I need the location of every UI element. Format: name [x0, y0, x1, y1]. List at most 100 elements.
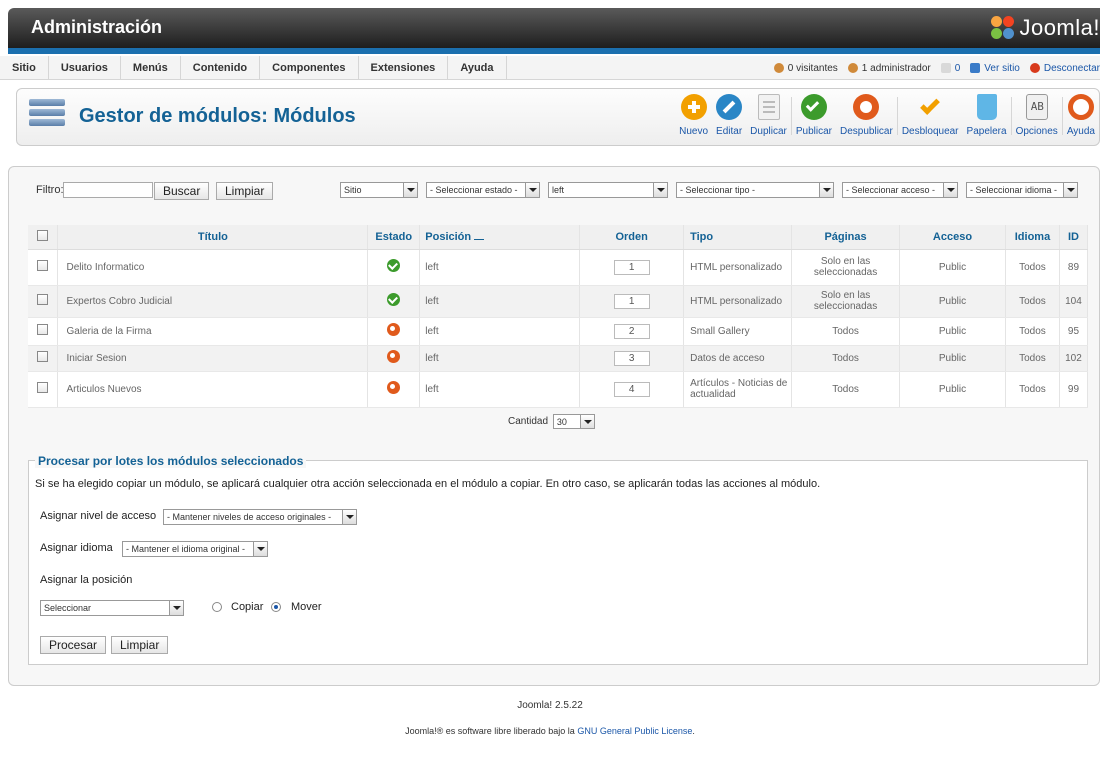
menu-contenido[interactable]: Contenido — [181, 56, 261, 80]
admin-title: Administración — [31, 17, 163, 37]
row-select-cell — [28, 285, 59, 318]
menu-componentes[interactable]: Componentes — [260, 56, 359, 80]
col-access[interactable]: Acceso — [899, 225, 1006, 250]
order-input[interactable]: 1 — [613, 293, 650, 309]
move-radio[interactable] — [271, 602, 281, 612]
header-accent-bar — [8, 48, 1100, 54]
limit-select[interactable]: 30 — [552, 414, 595, 429]
select-all-checkbox[interactable] — [37, 229, 49, 241]
position-select-value: left — [552, 185, 565, 195]
state-cell — [367, 249, 421, 286]
menu-sitio[interactable]: Sitio — [8, 56, 49, 80]
help-label: Ayuda — [1066, 126, 1095, 137]
table-row: Delito Informatico left 1 HTML personali… — [28, 249, 1089, 286]
col-type[interactable]: Tipo — [683, 225, 793, 250]
unpublished-icon[interactable] — [387, 350, 401, 363]
language-cell: Todos — [1005, 345, 1060, 372]
clear-filter-button[interactable]: Limpiar — [216, 182, 274, 200]
publish-button[interactable]: Publicar — [792, 91, 836, 143]
chevron-down-icon — [943, 183, 957, 197]
unpublished-icon[interactable] — [387, 381, 401, 394]
order-input[interactable]: 2 — [613, 323, 650, 339]
language-cell: Todos — [1005, 285, 1060, 318]
col-id[interactable]: ID — [1059, 225, 1089, 250]
logout-link[interactable]: Desconectar — [1029, 63, 1100, 74]
messages-status[interactable]: 0 — [940, 63, 960, 74]
filter-search-input[interactable] — [63, 182, 153, 198]
duplicate-button[interactable]: Duplicar — [746, 91, 791, 143]
language-cell: Todos — [1005, 249, 1060, 286]
options-label: Opciones — [1015, 126, 1058, 137]
module-title-link[interactable]: Iniciar Sesion — [57, 345, 369, 372]
module-title-link[interactable]: Expertos Cobro Judicial — [57, 285, 369, 318]
search-button[interactable]: Buscar — [154, 182, 210, 200]
chevron-down-icon — [579, 415, 594, 428]
published-icon[interactable] — [387, 259, 401, 272]
limit-select-value: 30 — [556, 417, 567, 427]
batch-access-select[interactable]: - Mantener niveles de acceso originales … — [163, 509, 357, 525]
col-position[interactable]: Posición — [419, 225, 581, 250]
col-position-label: Posición — [425, 230, 472, 243]
help-button[interactable]: Ayuda — [1063, 91, 1099, 143]
pencil-icon — [716, 94, 743, 120]
col-order[interactable]: Orden — [579, 225, 685, 250]
position-select[interactable]: left — [548, 182, 668, 198]
published-icon[interactable] — [387, 293, 401, 306]
menu-usuarios[interactable]: Usuarios — [49, 56, 121, 80]
row-checkbox[interactable] — [37, 324, 49, 335]
type-select[interactable]: - Seleccionar tipo - — [676, 182, 834, 198]
position-label: Asignar la posición — [40, 574, 133, 586]
unpublished-icon[interactable] — [387, 323, 401, 336]
language-select[interactable]: - Seleccionar idioma - — [966, 182, 1078, 198]
row-checkbox[interactable] — [37, 382, 49, 393]
order-input[interactable]: 1 — [613, 259, 650, 275]
batch-language-select[interactable]: - Mantener el idioma original - — [122, 541, 268, 557]
monitor-icon — [970, 63, 981, 73]
row-checkbox[interactable] — [37, 351, 49, 362]
state-select[interactable]: - Seleccionar estado - — [426, 182, 540, 198]
menu-menus[interactable]: Menús — [121, 56, 181, 80]
logout-icon — [1029, 63, 1040, 73]
batch-clear-button[interactable]: Limpiar — [111, 636, 169, 654]
process-button[interactable]: Procesar — [40, 636, 107, 654]
module-title-link[interactable]: Delito Informatico — [57, 249, 369, 286]
row-select-cell — [28, 317, 59, 346]
order-input[interactable]: 3 — [613, 350, 650, 366]
row-checkbox[interactable] — [37, 294, 49, 305]
client-select[interactable]: Sitio — [340, 182, 418, 198]
menu-extensiones[interactable]: Extensiones — [359, 56, 449, 80]
client-select-value: Sitio — [344, 185, 362, 195]
copy-radio[interactable] — [212, 602, 222, 612]
row-checkbox[interactable] — [37, 260, 49, 271]
main-menu: Sitio Usuarios Menús Contenido Component… — [8, 56, 507, 80]
batch-position-select[interactable]: Seleccionar — [40, 600, 184, 616]
col-language[interactable]: Idioma — [1005, 225, 1060, 250]
new-button[interactable]: Nuevo — [675, 91, 712, 143]
unpublish-button[interactable]: Despublicar — [836, 91, 897, 143]
order-input[interactable]: 4 — [613, 381, 650, 397]
position-cell: left — [419, 285, 581, 318]
view-site-link[interactable]: Ver sitio — [970, 63, 1020, 74]
col-title[interactable]: Título — [57, 225, 369, 250]
access-select[interactable]: - Seleccionar acceso - — [842, 182, 958, 198]
trash-icon — [976, 94, 997, 120]
toolbar: Nuevo Editar Duplicar Publicar Despublic… — [675, 91, 1099, 143]
duplicate-label: Duplicar — [750, 126, 787, 137]
copy-label: Copiar — [231, 601, 264, 613]
menu-ayuda[interactable]: Ayuda — [448, 56, 507, 80]
gpl-license-link[interactable]: GNU General Public License — [577, 726, 692, 736]
access-select-value: - Seleccionar acceso - — [846, 185, 936, 195]
state-cell — [367, 285, 421, 318]
options-button[interactable]: AB Opciones — [1012, 91, 1062, 143]
col-state[interactable]: Estado — [367, 225, 421, 250]
module-title-link[interactable]: Galeria de la Firma — [57, 317, 369, 346]
checkin-button[interactable]: Desbloquear — [898, 91, 963, 143]
module-title-link[interactable]: Articulos Nuevos — [57, 371, 369, 408]
trash-button[interactable]: Papelera — [963, 91, 1011, 143]
version-text: Joomla! 2.5.22 — [517, 700, 583, 711]
col-pages[interactable]: Páginas — [791, 225, 901, 250]
table-row: Articulos Nuevos left 4 Artículos - Noti… — [28, 371, 1089, 408]
position-cell: left — [419, 371, 581, 408]
edit-button[interactable]: Editar — [712, 91, 746, 143]
move-label: Mover — [291, 601, 322, 613]
